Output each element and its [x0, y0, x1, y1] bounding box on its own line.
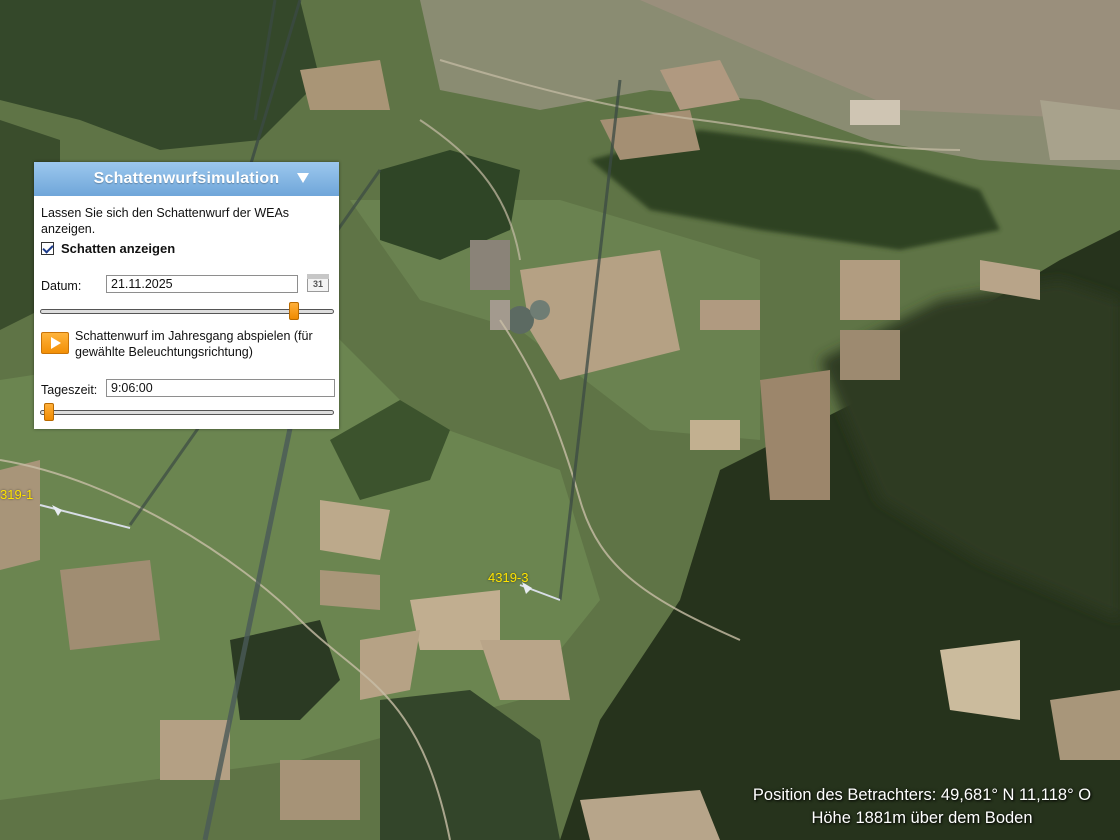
datum-label: Datum: — [41, 279, 82, 293]
datum-input[interactable]: 21.11.2025 — [106, 275, 298, 293]
panel-header[interactable]: Schattenwurfsimulation — [34, 162, 339, 196]
show-shadow-checkbox[interactable] — [41, 242, 54, 255]
turbine-label: 319-1 — [0, 487, 34, 502]
play-label: Schattenwurf im Jahresgang abspielen (fü… — [75, 329, 313, 359]
panel-description: Lassen Sie sich den Schattenwurf der WEA… — [41, 206, 290, 236]
shadow-simulation-panel: Schattenwurfsimulation Lassen Sie sich d… — [34, 162, 339, 429]
play-icon — [51, 337, 61, 349]
tageszeit-input[interactable]: 9:06:00 — [106, 379, 335, 397]
chevron-down-icon[interactable] — [297, 173, 309, 183]
tageszeit-slider[interactable] — [40, 403, 334, 421]
calendar-icon-number: 31 — [312, 279, 323, 289]
tageszeit-slider-thumb[interactable] — [44, 403, 54, 421]
panel-title: Schattenwurfsimulation — [93, 170, 280, 187]
tageszeit-label: Tageszeit: — [41, 383, 98, 397]
calendar-icon[interactable]: 31 — [305, 271, 331, 295]
show-shadow-label: Schatten anzeigen — [61, 241, 176, 256]
show-shadow-row[interactable]: Schatten anzeigen — [41, 241, 175, 256]
viewer-position: Position des Betrachters: 49,681° N 11,1… — [752, 786, 1092, 804]
turbine-label: 4319-3 — [488, 570, 529, 585]
play-button[interactable] — [41, 332, 69, 354]
datum-slider-thumb[interactable] — [289, 302, 299, 320]
datum-slider[interactable] — [40, 302, 334, 320]
viewer-altitude: Höhe 1881m über dem Boden — [811, 809, 1033, 827]
